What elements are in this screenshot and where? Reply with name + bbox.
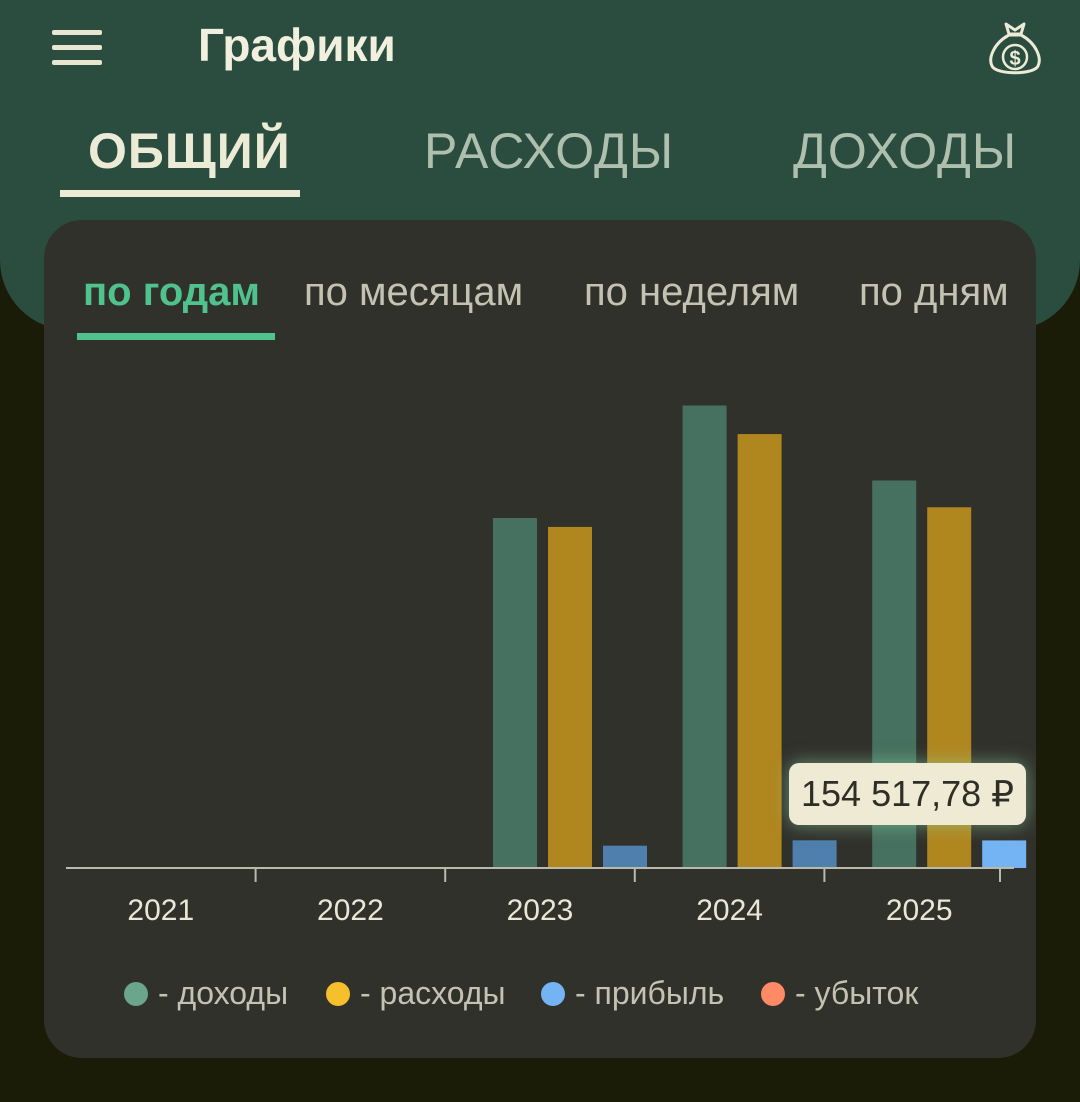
tab-income[interactable]: ДОХОДЫ (793, 122, 1017, 180)
bar-income-2024[interactable] (682, 405, 727, 869)
tab-expenses[interactable]: РАСХОДЫ (424, 122, 674, 180)
x-tick-label: 2023 (507, 894, 574, 927)
menu-icon[interactable] (50, 26, 106, 70)
bar-profit-2025[interactable] (982, 840, 1027, 868)
page-title: Графики (198, 19, 396, 71)
tab-general[interactable]: ОБЩИЙ (88, 122, 291, 180)
legend-expense-dot (326, 981, 350, 1006)
value-tooltip: 154 517,78 ₽ (789, 763, 1027, 825)
active-tab-indicator (60, 190, 300, 197)
legend-expense: - расходы (326, 975, 506, 1012)
legend-loss-dot (761, 981, 785, 1006)
bar-profit-2024[interactable] (792, 840, 837, 868)
legend-loss: - убыток (761, 975, 918, 1012)
bar-profit-2023[interactable] (603, 845, 647, 868)
legend-income-dot (124, 981, 148, 1006)
legend-profit-label: - прибыль (575, 975, 725, 1011)
bar-expense-2024[interactable] (737, 434, 782, 868)
chart-card: по годам по месяцам по неделям по дням 2… (44, 220, 1036, 1058)
svg-text:$: $ (1009, 48, 1020, 70)
legend-loss-label: - убыток (795, 975, 919, 1011)
legend-income-label: - доходы (158, 975, 289, 1011)
x-tick-label: 2022 (317, 894, 384, 927)
bar-chart[interactable]: 2021 2022 2023 2024 2025 (44, 220, 1036, 940)
x-tick-label: 2024 (696, 894, 763, 927)
money-bag-icon[interactable]: $ (984, 18, 1046, 80)
legend-profit-dot (541, 981, 565, 1006)
bar-income-2023[interactable] (493, 518, 537, 868)
legend-income: - доходы (124, 975, 288, 1012)
bar-expense-2023[interactable] (548, 526, 592, 868)
x-tick-label: 2025 (886, 894, 953, 927)
legend-profit: - прибыль (541, 975, 724, 1012)
x-tick-label: 2021 (127, 894, 194, 927)
legend-expense-label: - расходы (360, 975, 506, 1011)
